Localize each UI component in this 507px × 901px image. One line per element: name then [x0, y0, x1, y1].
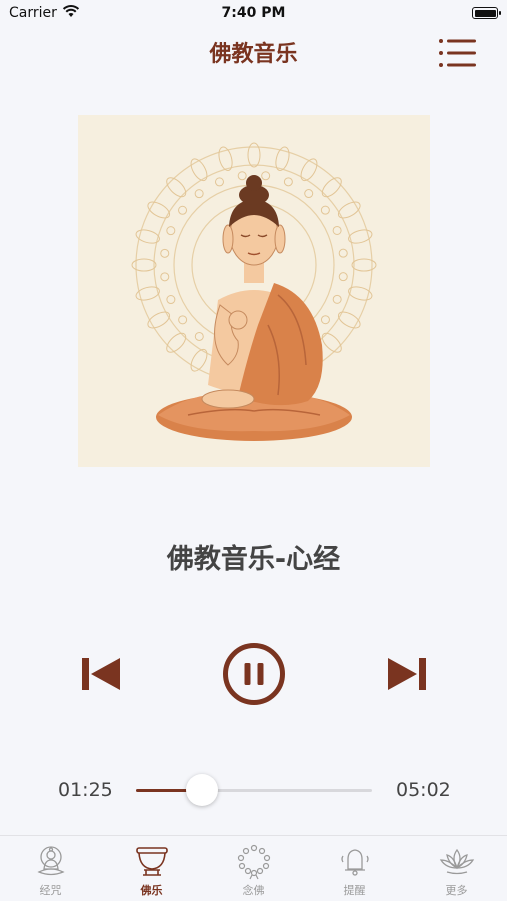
tab-label: 提醒	[343, 884, 366, 897]
battery-icon	[472, 7, 501, 19]
page-title: 佛教音乐	[209, 42, 298, 67]
skip-next-icon	[388, 658, 426, 690]
song-title: 佛教音乐-心经	[166, 544, 341, 575]
tab-music[interactable]: 佛乐	[101, 836, 202, 901]
tab-label: 念佛	[242, 884, 265, 897]
previous-track-button[interactable]	[79, 656, 123, 692]
tab-bar: 经咒 佛乐 念佛 提醒 更多	[0, 835, 507, 900]
tab-chant[interactable]: 念佛	[203, 836, 304, 901]
next-track-button[interactable]	[385, 656, 429, 692]
tab-sutras[interactable]: 经咒	[0, 836, 101, 901]
tab-reminder[interactable]: 提醒	[304, 836, 405, 901]
total-time-label: 05:02	[396, 779, 451, 801]
tab-label: 经咒	[39, 884, 62, 897]
bell-icon	[341, 849, 369, 876]
buddha-icon	[37, 846, 65, 876]
current-time-label: 01:25	[58, 779, 113, 801]
tab-label: 更多	[445, 884, 468, 897]
pause-icon	[223, 643, 285, 705]
play-pause-button[interactable]	[222, 642, 286, 706]
playlist-button[interactable]	[436, 37, 480, 69]
progress-thumb[interactable]	[186, 774, 219, 806]
skip-previous-icon	[82, 658, 120, 690]
album-art	[78, 115, 430, 467]
tab-label: 佛乐	[140, 884, 163, 897]
tab-more[interactable]: 更多	[406, 836, 507, 901]
list-icon	[439, 39, 476, 67]
lotus-icon	[439, 848, 475, 875]
status-time: 7:40 PM	[221, 5, 286, 21]
singing-bowl-icon	[136, 847, 168, 876]
progress-slider[interactable]	[136, 773, 372, 807]
status-bar: Carrier 7:40 PM	[0, 0, 507, 28]
buddha-illustration	[131, 142, 377, 441]
prayer-beads-icon	[237, 844, 271, 880]
